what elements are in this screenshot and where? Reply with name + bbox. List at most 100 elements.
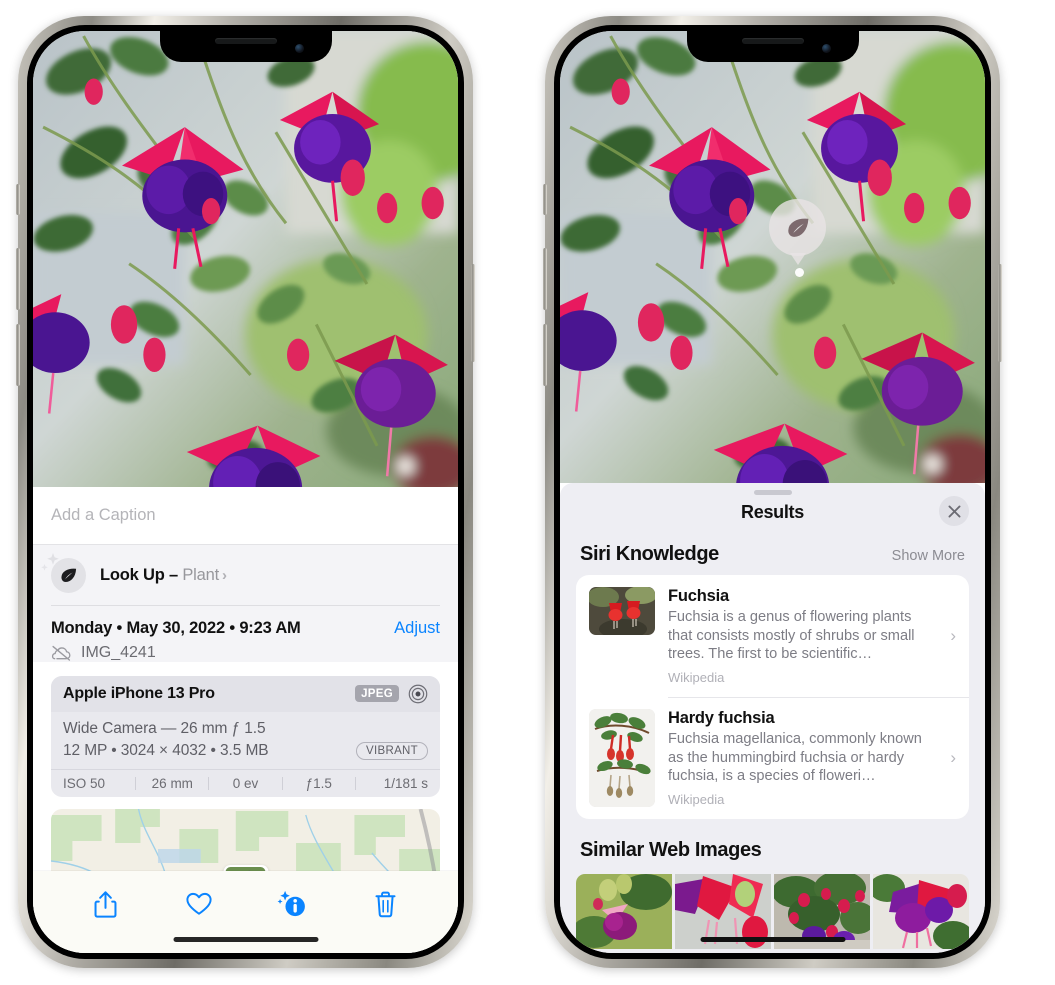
look-up-title: Look Up xyxy=(100,565,165,584)
siri-knowledge-header: Siri Knowledge Show More xyxy=(560,523,985,575)
hdr-circle-icon[interactable] xyxy=(408,684,428,704)
heart-icon[interactable] xyxy=(177,884,221,924)
earpiece-speaker xyxy=(214,37,277,44)
earpiece-speaker xyxy=(741,37,804,44)
similar-image-4 xyxy=(873,874,969,950)
front-camera-icon xyxy=(294,44,304,53)
metadata-section: Monday • May 30, 2022 • 9:23 AM Adjust I… xyxy=(33,605,458,662)
look-up-separator: – xyxy=(164,565,183,584)
similar-image-thumb[interactable] xyxy=(576,874,672,950)
fuchsia-photo xyxy=(560,31,985,483)
visual-look-up-dot xyxy=(795,268,804,277)
phone-bezel-left: Add a Caption Look Up – Plant › Monday •… xyxy=(27,25,464,959)
phone-bezel-right: Results Siri Knowledge Show More Fuchsia… xyxy=(554,25,991,959)
badge-pointer xyxy=(789,253,806,265)
fuchsia-thumb-2 xyxy=(589,709,655,808)
volume-down-button[interactable] xyxy=(543,324,547,386)
leaf-icon xyxy=(787,218,808,237)
photo-viewer-left[interactable] xyxy=(33,31,458,487)
close-icon[interactable] xyxy=(939,496,969,526)
exif-header: Apple iPhone 13 Pro JPEG xyxy=(51,675,440,712)
similar-web-images-title: Similar Web Images xyxy=(580,839,762,862)
volume-up-button[interactable] xyxy=(543,248,547,310)
filename-row: IMG_4241 xyxy=(51,644,440,662)
size-info: 12 MP • 3024 × 4032 • 3.5 MB xyxy=(63,741,269,759)
front-camera-icon xyxy=(821,44,831,53)
knowledge-description: Fuchsia is a genus of flowering plants t… xyxy=(668,609,915,663)
heart-glyph xyxy=(186,892,212,915)
stat-ev: 0 ev xyxy=(232,775,259,791)
screen-left: Add a Caption Look Up – Plant › Monday •… xyxy=(33,31,458,953)
similar-image-1 xyxy=(576,874,672,950)
photo-date: Monday • May 30, 2022 • 9:23 AM xyxy=(51,618,301,637)
power-button[interactable] xyxy=(998,264,1002,362)
results-header: Results xyxy=(560,495,985,526)
stat-iso: ISO 50 xyxy=(63,775,106,791)
style-badge: VIBRANT xyxy=(356,741,428,760)
knowledge-description: Fuchsia magellanica, commonly known as t… xyxy=(668,731,922,785)
siri-knowledge-card: Fuchsia Fuchsia is a genus of flowering … xyxy=(576,575,969,820)
knowledge-thumbnail xyxy=(589,709,655,808)
stat-shutter: 1/181 s xyxy=(383,775,429,791)
knowledge-title: Hardy fuchsia xyxy=(668,709,775,728)
share-icon[interactable] xyxy=(84,884,128,924)
fuchsia-photo xyxy=(33,31,458,487)
exif-card: Apple iPhone 13 Pro JPEG Wide Camera — 2… xyxy=(51,675,440,797)
caption-input[interactable]: Add a Caption xyxy=(33,487,458,545)
exif-stats-row: ISO 50 26 mm 0 ev ƒ1.5 1/181 s xyxy=(51,768,440,797)
chevron-right-icon: › xyxy=(950,625,956,645)
knowledge-source: Wikipedia xyxy=(668,791,725,807)
no-cloud-icon xyxy=(51,645,71,661)
format-badge: JPEG xyxy=(355,685,399,702)
volume-up-button[interactable] xyxy=(16,248,20,310)
notch-right xyxy=(686,31,859,62)
info-sparkle-icon[interactable] xyxy=(270,884,314,924)
visual-look-up-badge[interactable] xyxy=(769,199,826,265)
home-indicator[interactable] xyxy=(700,937,845,942)
lens-info: Wide Camera — 26 mm ƒ 1.5 xyxy=(63,719,266,737)
chevron-right-icon: › xyxy=(221,566,227,584)
close-glyph xyxy=(948,505,960,517)
look-up-section: Look Up – Plant › xyxy=(33,545,458,606)
phone-left: Add a Caption Look Up – Plant › Monday •… xyxy=(16,16,475,968)
leaf-icon xyxy=(41,552,86,593)
similar-image-thumb[interactable] xyxy=(873,874,969,950)
adjust-button[interactable]: Adjust xyxy=(394,619,440,638)
look-up-row[interactable]: Look Up – Plant › xyxy=(41,545,440,605)
siri-knowledge-title: Siri Knowledge xyxy=(580,543,719,565)
trash-icon[interactable] xyxy=(363,884,407,924)
similar-web-images-header: Similar Web Images xyxy=(560,819,985,871)
knowledge-thumbnail xyxy=(589,587,655,635)
stat-aperture: ƒ1.5 xyxy=(305,775,332,791)
chevron-right-icon: › xyxy=(950,748,956,768)
trash-glyph xyxy=(375,891,396,917)
show-more-button[interactable]: Show More xyxy=(892,548,965,564)
stat-focal: 26 mm xyxy=(151,775,193,791)
results-sheet: Results Siri Knowledge Show More Fuchsia… xyxy=(560,483,985,953)
exif-body: Wide Camera — 26 mm ƒ 1.5 12 MP • 3024 ×… xyxy=(51,712,440,769)
sparkles-icon xyxy=(41,552,59,571)
home-indicator[interactable] xyxy=(173,937,318,942)
knowledge-title: Fuchsia xyxy=(668,587,729,605)
volume-down-button[interactable] xyxy=(16,324,20,386)
fuchsia-thumb-1 xyxy=(589,587,655,635)
device-model: Apple iPhone 13 Pro xyxy=(63,684,215,702)
info-sparkle-glyph xyxy=(277,890,306,917)
phone-right: Results Siri Knowledge Show More Fuchsia… xyxy=(543,16,1002,968)
knowledge-item[interactable]: Fuchsia Fuchsia is a genus of flowering … xyxy=(576,575,969,697)
mute-switch[interactable] xyxy=(543,184,547,215)
power-button[interactable] xyxy=(471,264,475,362)
look-up-label: Look Up – Plant › xyxy=(100,566,227,585)
results-title: Results xyxy=(741,502,804,522)
mute-switch[interactable] xyxy=(16,184,20,215)
screenshot-stage: Add a Caption Look Up – Plant › Monday •… xyxy=(0,0,1055,985)
share-glyph xyxy=(94,890,117,918)
photo-viewer-right[interactable] xyxy=(560,31,985,483)
screen-right: Results Siri Knowledge Show More Fuchsia… xyxy=(560,31,985,953)
details-sheet: Add a Caption Look Up – Plant › Monday •… xyxy=(33,487,458,953)
look-up-subject: Plant xyxy=(182,565,219,584)
knowledge-item[interactable]: Hardy fuchsia Fuchsia magellanica, commo… xyxy=(576,697,969,819)
notch-left xyxy=(159,31,332,62)
knowledge-source: Wikipedia xyxy=(668,669,725,685)
filename-text: IMG_4241 xyxy=(81,643,156,661)
